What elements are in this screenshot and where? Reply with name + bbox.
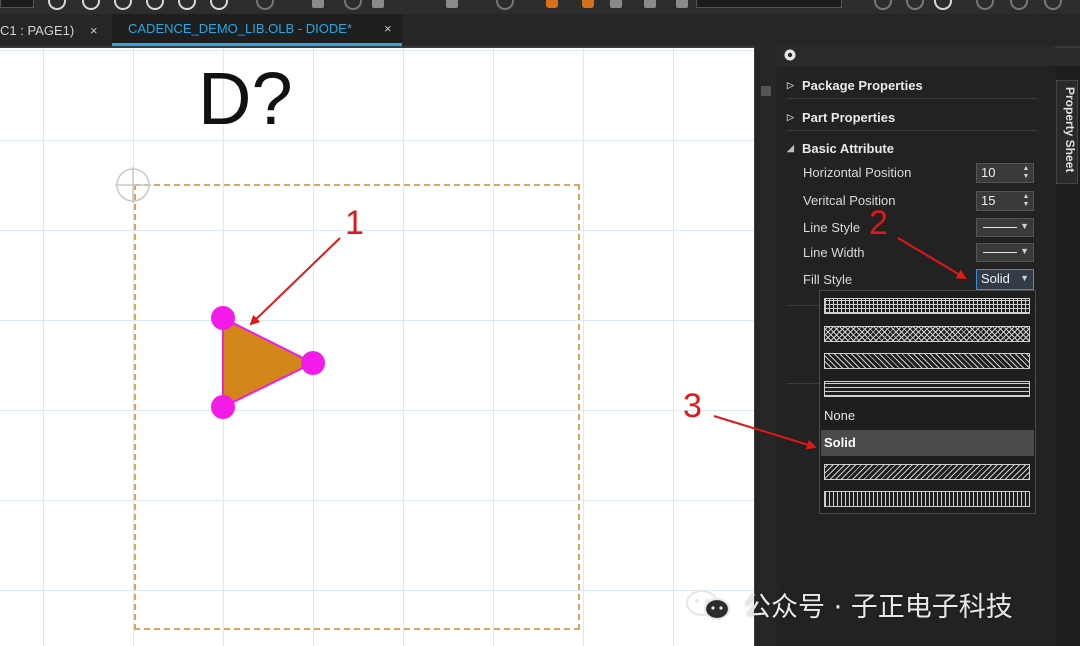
spinner-arrows-icon[interactable]: ▲ ▼ bbox=[1021, 165, 1031, 181]
section-basic-attribute[interactable]: ◢ Basic Attribute bbox=[787, 135, 1037, 161]
section-label: Part Properties bbox=[802, 109, 896, 125]
line-width-dropdown[interactable]: ▼ bbox=[976, 243, 1034, 262]
side-tab-strip: Property Sheet bbox=[1055, 66, 1080, 646]
toolbar-tool-icon[interactable] bbox=[312, 0, 324, 8]
document-tab-bar: C1 : PAGE1) × CADENCE_DEMO_LIB.OLB - DIO… bbox=[0, 14, 1080, 48]
triangle-vertex-handle bbox=[301, 351, 325, 375]
toolbar-tool-icon[interactable] bbox=[676, 0, 688, 8]
toolbar-tool-icon[interactable] bbox=[610, 0, 622, 8]
part-reference[interactable]: D? bbox=[198, 62, 293, 136]
zoom-fit-icon[interactable] bbox=[178, 0, 196, 10]
fill-option-solid[interactable]: Solid bbox=[821, 430, 1034, 456]
fill-option-vertical[interactable] bbox=[824, 491, 1030, 507]
zoom-in-icon[interactable] bbox=[48, 0, 66, 10]
chevron-right-icon: ▷ bbox=[787, 79, 794, 90]
watermark: 公众号 · 子正电子科技 bbox=[684, 585, 1013, 624]
section-package-properties[interactable]: ▷ Package Properties bbox=[787, 72, 1037, 99]
zoom-selection-icon[interactable] bbox=[210, 0, 228, 10]
toolbar-tool-icon[interactable] bbox=[546, 0, 558, 8]
line-style-preview bbox=[983, 227, 1017, 228]
chevron-right-icon: ▷ bbox=[787, 111, 794, 122]
fill-option-grid[interactable] bbox=[824, 298, 1030, 314]
fill-style-value: Solid bbox=[981, 271, 1010, 286]
horizontal-position-label: Horizontal Position bbox=[803, 165, 912, 180]
gear-icon[interactable] bbox=[783, 48, 797, 62]
toolbar-tool-icon[interactable] bbox=[1010, 0, 1028, 10]
toolbar bbox=[0, 0, 1080, 14]
close-icon[interactable]: × bbox=[384, 21, 392, 36]
fill-option-crosshatch[interactable] bbox=[824, 326, 1030, 342]
fill-style-options-list[interactable]: None Solid bbox=[819, 290, 1036, 514]
toolbar-tool-icon[interactable] bbox=[644, 0, 656, 8]
toolbar-tool-icon[interactable] bbox=[934, 0, 952, 10]
triangle-fill bbox=[222, 316, 316, 409]
side-tab-label: Property Sheet bbox=[1063, 87, 1077, 173]
tab-label: CADENCE_DEMO_LIB.OLB - DIODE* bbox=[128, 21, 352, 36]
toolbar-tool-icon[interactable] bbox=[372, 0, 384, 8]
line-width-preview bbox=[983, 252, 1017, 253]
fill-option-none[interactable]: None bbox=[821, 403, 1034, 429]
canvas-vertical-scrollbar[interactable] bbox=[754, 46, 777, 646]
annotation-number-1: 1 bbox=[345, 204, 364, 242]
section-label: Basic Attribute bbox=[802, 140, 894, 156]
line-width-label: Line Width bbox=[803, 245, 865, 260]
property-sheet-header bbox=[777, 46, 1055, 66]
part-editor-canvas[interactable]: D? bbox=[0, 48, 754, 646]
toolbar-tool-icon[interactable] bbox=[874, 0, 892, 10]
chevron-down-icon: ◢ bbox=[787, 142, 794, 153]
wechat-icon bbox=[685, 589, 731, 620]
annotation-number-3: 3 bbox=[683, 387, 702, 425]
dropdown-arrow-icon: ▼ bbox=[1020, 273, 1029, 283]
triangle-vertex-handle bbox=[211, 395, 235, 419]
tab-page1[interactable]: C1 : PAGE1) × bbox=[0, 14, 104, 46]
fill-option-horizontal[interactable] bbox=[824, 381, 1030, 397]
origin-crosshair-icon bbox=[115, 167, 151, 203]
line-style-dropdown[interactable]: ▼ bbox=[976, 218, 1034, 237]
toolbar-search-field[interactable] bbox=[696, 0, 842, 8]
toolbar-tool-icon[interactable] bbox=[256, 0, 274, 10]
toolbar-tool-icon[interactable] bbox=[976, 0, 994, 10]
tab-property-sheet[interactable]: Property Sheet bbox=[1056, 80, 1078, 184]
dropdown-arrow-icon: ▼ bbox=[1020, 221, 1029, 231]
scrollbar-thumb[interactable] bbox=[761, 86, 771, 96]
section-part-properties[interactable]: ▷ Part Properties bbox=[787, 104, 1037, 131]
dropdown-arrow-icon: ▼ bbox=[1020, 246, 1029, 256]
vertical-position-value: 15 bbox=[981, 193, 996, 208]
horizontal-position-value: 10 bbox=[981, 165, 996, 180]
line-style-label: Line Style bbox=[803, 220, 861, 235]
fill-option-diagonal[interactable] bbox=[824, 353, 1030, 369]
vertical-position-spinner[interactable]: 15 ▲ ▼ bbox=[976, 191, 1034, 211]
annotation-number-2: 2 bbox=[869, 204, 888, 242]
toolbar-tool-icon[interactable] bbox=[906, 0, 924, 10]
triangle-vertex-handle bbox=[211, 306, 235, 330]
fill-style-label: Fill Style bbox=[803, 272, 853, 287]
section-label: Package Properties bbox=[802, 77, 923, 93]
zoom-all-icon[interactable] bbox=[146, 0, 164, 10]
fill-option-backward-diagonal[interactable] bbox=[824, 464, 1030, 480]
horizontal-position-spinner[interactable]: 10 ▲ ▼ bbox=[976, 163, 1034, 183]
toolbar-tool-icon[interactable] bbox=[344, 0, 362, 10]
zoom-area-icon[interactable] bbox=[114, 0, 132, 10]
toolbar-tool-icon[interactable] bbox=[1044, 0, 1062, 10]
fill-style-dropdown[interactable]: Solid ▼ bbox=[976, 269, 1034, 290]
tab-diode[interactable]: CADENCE_DEMO_LIB.OLB - DIODE* × bbox=[112, 14, 402, 46]
zoom-out-icon[interactable] bbox=[82, 0, 100, 10]
toolbar-tool-icon[interactable] bbox=[446, 0, 458, 8]
spinner-arrows-icon[interactable]: ▲ ▼ bbox=[1021, 193, 1031, 209]
tab-label: C1 : PAGE1) bbox=[0, 22, 75, 38]
triangle-shape[interactable] bbox=[196, 300, 336, 430]
toolbar-tool-icon[interactable] bbox=[582, 0, 594, 8]
watermark-text: 公众号 · 子正电子科技 bbox=[744, 592, 1013, 623]
toolbar-tool-icon[interactable] bbox=[496, 0, 514, 10]
close-icon[interactable]: × bbox=[90, 23, 98, 38]
toolbar-field[interactable] bbox=[0, 0, 34, 8]
